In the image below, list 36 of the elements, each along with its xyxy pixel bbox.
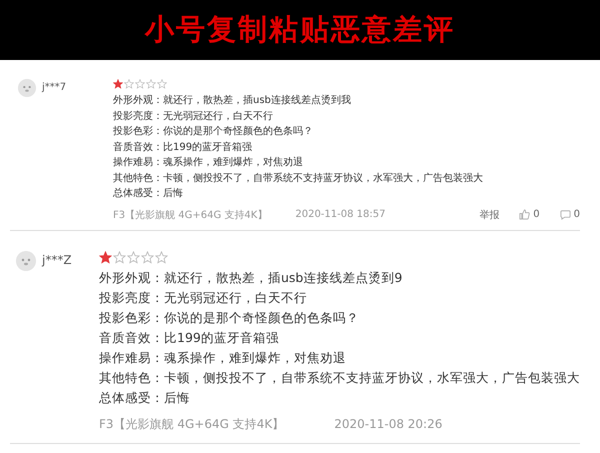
- product-spec: F3【光影旗舰 4G+64G 支持4K】: [113, 208, 268, 222]
- report-link[interactable]: 举报: [479, 208, 500, 222]
- star-icon: [124, 79, 134, 89]
- review-text: 总体感受：后悔: [99, 388, 191, 406]
- star-icon: [146, 79, 156, 89]
- star-icon: [155, 250, 168, 264]
- review-text: 投影亮度：无光弱冠还行，白天不行: [99, 288, 308, 306]
- review-text: 投影色彩：你说的是那个奇怪颜色的色条吗？: [99, 308, 360, 326]
- star-icon: [113, 250, 126, 264]
- review-date: 2020-11-08 18:57: [295, 209, 386, 220]
- review-text: 操作难易：魂系操作，难到爆炸，对焦劝退: [99, 348, 347, 366]
- review-date: 2020-11-08 20:26: [334, 417, 442, 431]
- review-text: 总体感受：后悔: [113, 186, 184, 201]
- star-icon: [157, 79, 167, 89]
- star-icon: [127, 250, 140, 264]
- star-icon: [141, 250, 154, 264]
- comment-icon: [560, 209, 571, 220]
- banner-title: 小号复制粘贴恶意差评: [145, 11, 455, 48]
- review-text: 投影色彩：你说的是那个奇怪颜色的色条吗？: [113, 124, 314, 139]
- star-icon: [113, 79, 123, 89]
- review-text: 其他特色：卡顿，侧投投不了，自带系统不支持蓝牙协议，水军强大，广告包装强大: [113, 172, 484, 186]
- review-text: 操作难易：魂系操作，难到爆炸，对焦劝退: [113, 156, 304, 170]
- username: j***7: [42, 82, 66, 93]
- like-button[interactable]: 0: [519, 209, 540, 220]
- comment-button[interactable]: 0: [560, 209, 580, 220]
- star-icon: [135, 79, 145, 89]
- star-icon: [99, 250, 112, 264]
- product-spec: F3【光影旗舰 4G+64G 支持4K】: [99, 416, 284, 432]
- review-text: 音质音效：比199的蓝牙音箱强: [113, 140, 254, 154]
- review-text: 外形外观：就还行，散热差，插usb连接线差点烫到9: [99, 268, 404, 286]
- username: j***Z: [42, 252, 72, 266]
- review-text: 外形外观：就还行，散热差，插usb连接线差点烫到我: [113, 94, 352, 108]
- review-text: 投影亮度：无光弱冠还行，白天不行: [113, 110, 274, 124]
- review-text: 其他特色：卡顿，侧投投不了，自带系统不支持蓝牙协议，水军强大，广告包装强大: [99, 368, 580, 386]
- thumbs-up-icon: [519, 209, 530, 220]
- review-text: 音质音效：比199的蓝牙音箱强: [99, 328, 280, 346]
